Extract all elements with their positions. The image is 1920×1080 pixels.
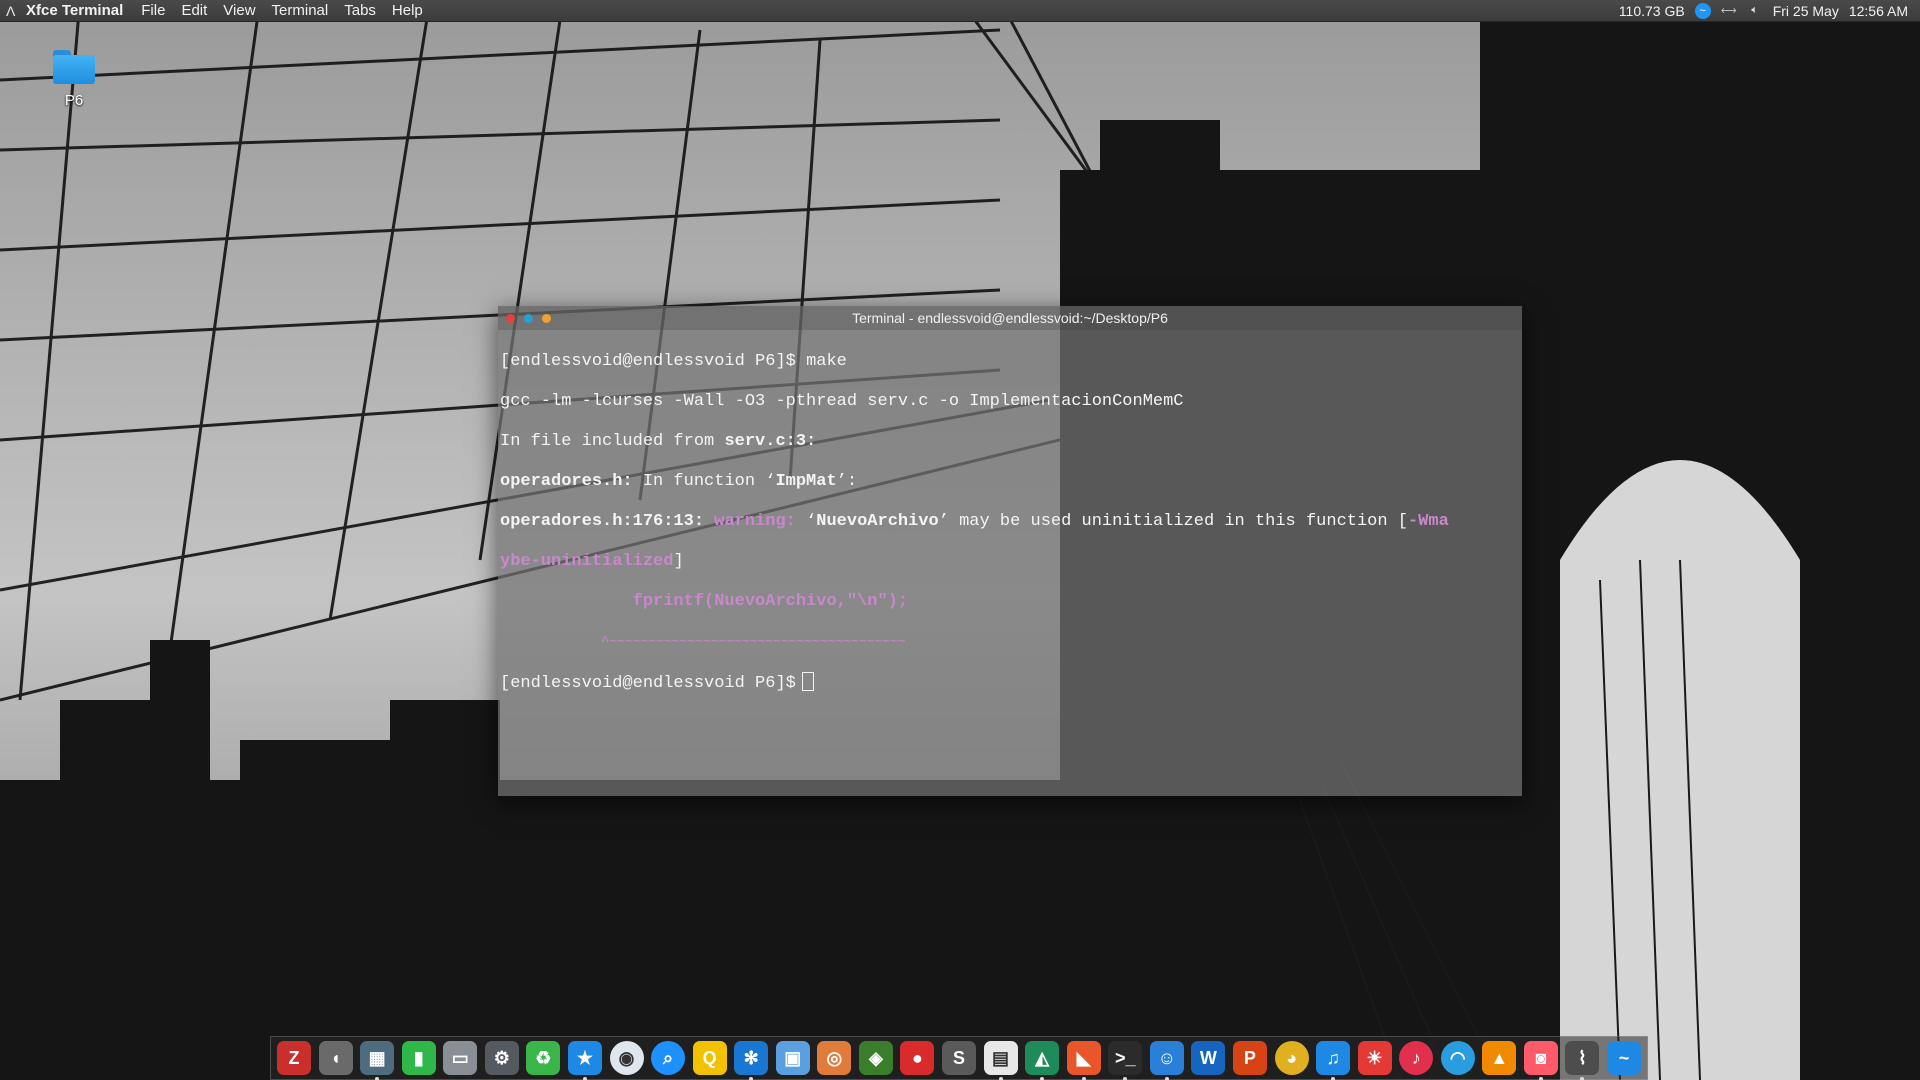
quote-open: ‘ <box>806 512 817 531</box>
terminal-line: ybe-uninitialized] <box>500 552 1520 572</box>
terminal-line: [endlessvoid@endlessvoid P6]$ <box>500 672 1520 693</box>
volume-icon[interactable]: 🔈︎ <box>1747 3 1763 19</box>
calculator-icon[interactable]: ▦ <box>360 1041 395 1080</box>
window-title: Terminal - endlessvoid@endlessvoid:~/Des… <box>852 310 1168 326</box>
camera-icon[interactable]: ◙ <box>1523 1041 1558 1080</box>
disk-free-indicator[interactable]: 110.73 GB <box>1619 3 1685 19</box>
notes-icon[interactable]: ▮ <box>401 1041 436 1075</box>
warning-flag: -Wma <box>1407 512 1449 531</box>
screenshot-icon[interactable]: ◣ <box>1066 1041 1101 1080</box>
recorder-icon[interactable]: ● <box>900 1041 935 1075</box>
maximize-window-icon[interactable] <box>542 314 551 323</box>
vlc-icon[interactable]: ▲ <box>1482 1041 1517 1075</box>
terminal-line: operadores.h:176:13: warning: ‘NuevoArch… <box>500 512 1520 532</box>
settings-icon[interactable]: ⚙ <box>484 1041 519 1075</box>
terminal-icon[interactable]: >_ <box>1108 1041 1143 1080</box>
quote-open: ‘ <box>765 472 776 491</box>
bracket-close: ] <box>673 552 684 571</box>
disk-icon[interactable]: ◎ <box>817 1041 852 1075</box>
clock-date[interactable]: Fri 25 May <box>1773 3 1839 19</box>
filezilla-icon[interactable]: Z <box>277 1041 311 1075</box>
quote-close: ’ <box>836 472 847 491</box>
warning-flag-cont: ybe-uninitialized <box>500 552 674 571</box>
terminal-line: operadores.h: In function ‘ImpMat’: <box>500 472 1520 492</box>
warning-message: may be used uninitialized in this functi… <box>948 512 1408 531</box>
display-icon[interactable]: ▭ <box>443 1041 478 1075</box>
header-file: operadores.h: <box>500 472 633 491</box>
terminal-line: gcc -lm -lcurses -Wall -O3 -pthread serv… <box>500 392 1184 411</box>
xfce-logo-icon[interactable]: Λ <box>6 4 20 18</box>
application-dock: Z ◖ ▦ ▮ ▭ ⚙ ♻ ★ ◉ ⌕ Q ✻ ▣ ◎ ◈ ● S ▤ ◭ ◣ >_ ☺ W P ◕ ♫ ☀ ♪ ◠ ▲ ◙ ⌇ ~ <box>270 1036 1648 1080</box>
desktop-folder-p6[interactable]: P6 <box>44 50 104 109</box>
folder-icon <box>53 50 95 84</box>
menu-file[interactable]: File <box>141 2 165 19</box>
eye-icon[interactable]: ◉ <box>609 1041 644 1075</box>
terminal-line: In file included from serv.c:3: <box>500 432 1520 452</box>
messenger-icon[interactable]: ~ <box>1607 1041 1641 1075</box>
brightness-icon[interactable]: ☀ <box>1357 1041 1392 1075</box>
writer-icon[interactable]: W <box>1191 1041 1226 1075</box>
document-icon[interactable]: ▤ <box>983 1041 1018 1080</box>
messenger-tray-icon[interactable]: ~ <box>1694 2 1711 19</box>
status-tray: 110.73 GB ~ ⟷ 🔈︎ Fri 25 May 12:56 AM <box>1619 2 1920 19</box>
search-icon[interactable]: ⌕ <box>651 1041 686 1075</box>
recycle-icon[interactable]: ♻ <box>526 1041 561 1075</box>
menu-help[interactable]: Help <box>392 2 423 19</box>
menu-edit[interactable]: Edit <box>181 2 207 19</box>
include-file: serv.c:3: <box>724 432 817 451</box>
itunes-icon[interactable]: ♪ <box>1399 1041 1434 1075</box>
monitor-icon[interactable]: ◭ <box>1025 1041 1060 1080</box>
music-icon[interactable]: ♫ <box>1316 1041 1351 1080</box>
in-function-text: In function <box>632 472 766 491</box>
star-icon[interactable]: ★ <box>567 1041 602 1080</box>
warning-location: operadores.h:176:13: <box>500 512 705 531</box>
sound-icon[interactable]: ◖ <box>318 1041 353 1075</box>
minimize-window-icon[interactable] <box>524 314 533 323</box>
presentation-icon[interactable]: P <box>1232 1041 1267 1075</box>
top-menubar: Λ Xfce Terminal File Edit View Terminal … <box>0 0 1920 22</box>
prompt: [endlessvoid@endlessvoid P6]$ <box>500 674 796 693</box>
menu-tabs[interactable]: Tabs <box>344 2 376 19</box>
colon: : <box>846 472 858 491</box>
prompt: [endlessvoid@endlessvoid P6]$ <box>500 352 807 371</box>
quote-close: ’ <box>938 512 949 531</box>
menu-terminal[interactable]: Terminal <box>272 2 329 19</box>
chrome-icon[interactable]: ◕ <box>1274 1041 1309 1075</box>
terminal-window[interactable]: Terminal - endlessvoid@endlessvoid:~/Des… <box>498 306 1522 796</box>
network-tray-icon[interactable]: ⟷ <box>1721 3 1737 19</box>
function-name: ImpMat <box>775 472 837 491</box>
nvidia-icon[interactable]: ◈ <box>858 1041 893 1075</box>
system-monitor-icon[interactable]: ⌇ <box>1565 1041 1600 1080</box>
terminal-titlebar[interactable]: Terminal - endlessvoid@endlessvoid:~/Des… <box>498 306 1522 330</box>
clock-time[interactable]: 12:56 AM <box>1849 3 1908 19</box>
desktop-folder-label: P6 <box>64 92 84 109</box>
close-window-icon[interactable] <box>506 314 515 323</box>
command: make <box>806 352 847 371</box>
image-viewer-icon[interactable]: ▣ <box>775 1041 810 1075</box>
source-line: fprintf(NuevoArchivo,"\n"); <box>500 592 909 611</box>
gear-icon[interactable]: ✻ <box>734 1041 769 1080</box>
source-underline: ^~~~~~~~~~~~~~~~~~~~~~~~~~~~~~~~~~~~~~~ <box>500 634 906 649</box>
terminal-output[interactable]: [endlessvoid@endlessvoid P6]$ make gcc -… <box>498 330 1522 734</box>
variable-name: NuevoArchivo <box>816 512 939 531</box>
sublime-icon[interactable]: S <box>942 1041 976 1075</box>
include-text: In file included from <box>500 432 725 451</box>
network-icon[interactable]: ◠ <box>1440 1041 1475 1075</box>
terminal-line: [endlessvoid@endlessvoid P6]$ make <box>500 352 1520 372</box>
active-app-name[interactable]: Xfce Terminal <box>26 2 123 19</box>
finder-icon[interactable]: ☺ <box>1149 1041 1184 1080</box>
warning-label: warning: <box>704 512 807 531</box>
magnifier-icon[interactable]: Q <box>692 1041 727 1075</box>
menu-view[interactable]: View <box>223 2 255 19</box>
text-cursor <box>801 672 814 691</box>
